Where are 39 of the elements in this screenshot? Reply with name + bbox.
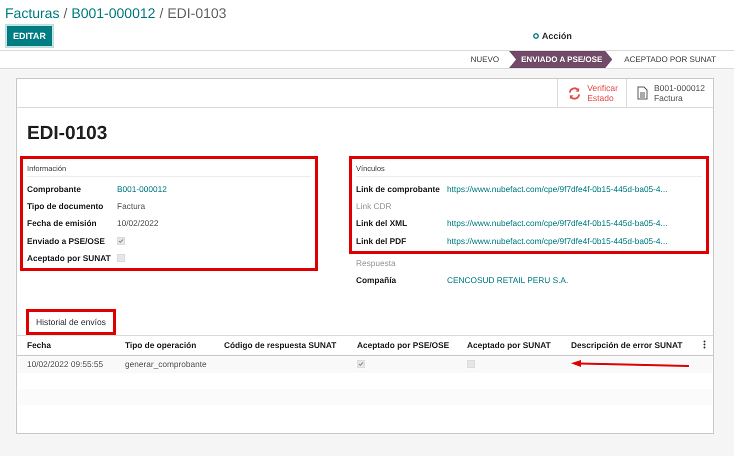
field-label: Comprobante xyxy=(27,184,82,194)
field-value[interactable]: https://www.nubefact.com/cpe/9f7dfe4f-0b15-445d-ba05-4... xyxy=(447,218,668,228)
breadcrumb-current: EDI-0103 xyxy=(167,5,226,21)
field-label: Link CDR xyxy=(356,200,393,211)
tab[interactable]: Historial de envíos xyxy=(26,308,116,335)
breadcrumb-link[interactable]: Facturas xyxy=(5,5,60,21)
column-header[interactable]: Aceptado por SUNAT xyxy=(457,336,561,355)
record-title: EDI-0103 xyxy=(27,123,108,145)
field-value: Factura xyxy=(117,200,146,211)
status-stage[interactable]: ENVIADO A PSE/OSE xyxy=(509,51,612,68)
breadcrumb-separator: / xyxy=(159,5,164,21)
field-value[interactable]: https://www.nubefact.com/cpe/9f7dfe4f-0b15-445d-ba05-4... xyxy=(447,184,668,194)
field-value[interactable]: https://www.nubefact.com/cpe/9f7dfe4f-0b15-445d-ba05-4... xyxy=(447,236,668,246)
field-value[interactable]: B001-000012 xyxy=(117,184,167,194)
status-stage[interactable]: NUEVO xyxy=(470,51,510,68)
column-header[interactable]: Aceptado por PSE/OSE xyxy=(347,336,457,355)
action-menu[interactable]: Acción xyxy=(532,31,572,41)
field-label: Fecha de emisión xyxy=(27,218,98,228)
field-label: Enviado a PSE/OSE xyxy=(27,236,106,246)
table-cell-text: generar_comprobante xyxy=(124,358,208,372)
edit-button[interactable]: EDITAR xyxy=(5,24,54,48)
field-label: Link del PDF xyxy=(356,236,408,246)
status-stage[interactable]: ACEPTADO POR SUNAT xyxy=(612,51,726,68)
column-header[interactable]: Fecha xyxy=(17,336,115,355)
field-label: Link del XML xyxy=(356,218,408,228)
field-label: Compañía xyxy=(356,275,398,286)
field-label: Tipo de documento xyxy=(27,200,104,211)
field-value[interactable]: CENCOSUD RETAIL PERU S.A. xyxy=(447,275,568,286)
table-row[interactable]: 10/02/2022 09:55:55 generar_comprobante xyxy=(17,356,713,373)
field-label: Link de comprobante xyxy=(356,184,441,194)
table-cell-text: 10/02/2022 09:55:55 xyxy=(26,358,104,372)
field-label: Respuesta xyxy=(356,258,397,268)
column-header[interactable]: Descripción de error SUNAT xyxy=(561,336,703,355)
breadcrumb-separator: / xyxy=(63,5,68,21)
breadcrumb-link[interactable]: B001-000012 xyxy=(71,5,156,21)
field-value: 10/02/2022 xyxy=(117,218,159,228)
column-header[interactable]: Tipo de operación xyxy=(115,336,214,355)
field-label: Aceptado por SUNAT xyxy=(27,252,112,263)
column-header[interactable]: Código de respuesta SUNAT xyxy=(214,336,347,355)
